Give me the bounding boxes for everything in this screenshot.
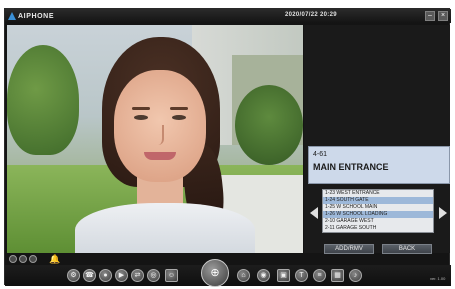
version-label: ver. 1.00: [430, 276, 446, 281]
bottom-toolbar: ⊕ ver. 1.00 ⚙ ☎ ● ▶ ⇄ ◎ ☺ ⌂ ◉ ▣ T ≡ ▦ ♪: [5, 259, 451, 287]
aiphone-logo: AIPHONE: [8, 11, 54, 21]
visitor-shirt: [75, 203, 255, 253]
visitor-mouth: [144, 152, 176, 160]
grid-icon[interactable]: ▦: [331, 269, 344, 282]
back-button[interactable]: BACK: [382, 244, 432, 254]
station-list-item[interactable]: 1-25 W SCHOOL MAIN: [323, 204, 433, 211]
visitor-nose: [156, 125, 164, 145]
close-button[interactable]: ×: [438, 11, 448, 21]
call-icon[interactable]: ☎: [83, 269, 96, 282]
app-window: AIPHONE 2020/07/22 20:29 – × 4-61 MAIN E…: [4, 8, 451, 287]
list-next-arrow-icon[interactable]: [439, 207, 447, 219]
station-list-item[interactable]: 1-24 SOUTH GATE: [323, 197, 433, 204]
list-prev-arrow-icon[interactable]: [310, 207, 318, 219]
station-list-item[interactable]: 2-10 GARAGE WEST: [323, 218, 433, 225]
intercom-icon[interactable]: ◎: [147, 269, 160, 282]
visitor-brow: [132, 107, 150, 110]
title-bar: AIPHONE 2020/07/22 20:29 – ×: [5, 9, 451, 23]
minimize-button[interactable]: –: [425, 11, 435, 21]
background-tree: [7, 45, 79, 155]
snapshot-icon[interactable]: ▣: [277, 269, 290, 282]
visitor-eye: [134, 115, 148, 120]
station-list-item[interactable]: 1-23 WEST ENTRANCE: [323, 190, 433, 197]
video-feed[interactable]: [7, 25, 303, 253]
camera-icon[interactable]: ◉: [257, 269, 270, 282]
play-icon[interactable]: ▶: [115, 269, 128, 282]
visitor-eye: [172, 115, 186, 120]
bell-icon[interactable]: 🔔: [49, 254, 60, 264]
status-indicator-icon[interactable]: [9, 255, 17, 263]
station-list-item[interactable]: 2-11 GARAGE SOUTH: [323, 225, 433, 232]
station-list-item[interactable]: 1-26 W SCHOOL LOADING: [323, 211, 433, 218]
station-id: 4-61: [313, 151, 328, 158]
logo-mark-icon: [8, 12, 16, 20]
add-remove-button[interactable]: ADD/RMV: [324, 244, 374, 254]
status-indicator-icon[interactable]: [29, 255, 37, 263]
door-release-icon[interactable]: ⌂: [237, 269, 250, 282]
settings-icon[interactable]: ⚙: [67, 269, 80, 282]
record-icon[interactable]: ●: [99, 269, 112, 282]
date-time: 2020/07/22 20:29: [285, 12, 337, 18]
brand-name: AIPHONE: [18, 12, 55, 20]
station-name: MAIN ENTRANCE: [313, 162, 389, 172]
selected-station-card: 4-61 MAIN ENTRANCE: [308, 146, 450, 184]
status-indicator-icon[interactable]: [19, 255, 27, 263]
volume-icon[interactable]: ♪: [349, 269, 362, 282]
station-panel: 4-61 MAIN ENTRANCE 1-23 WEST ENTRANCE 1-2…: [304, 25, 450, 254]
share-icon[interactable]: ⇄: [131, 269, 144, 282]
visitor-face: [114, 70, 206, 182]
station-list: 1-23 WEST ENTRANCE 1-24 SOUTH GATE 1-25 W …: [322, 189, 434, 233]
text-icon[interactable]: T: [295, 269, 308, 282]
scan-icon[interactable]: ≡: [313, 269, 326, 282]
visitor-brow: [170, 107, 188, 110]
background-tree: [235, 85, 303, 165]
zoom-icon[interactable]: ⊕: [201, 259, 229, 287]
person-icon[interactable]: ☺: [165, 269, 178, 282]
